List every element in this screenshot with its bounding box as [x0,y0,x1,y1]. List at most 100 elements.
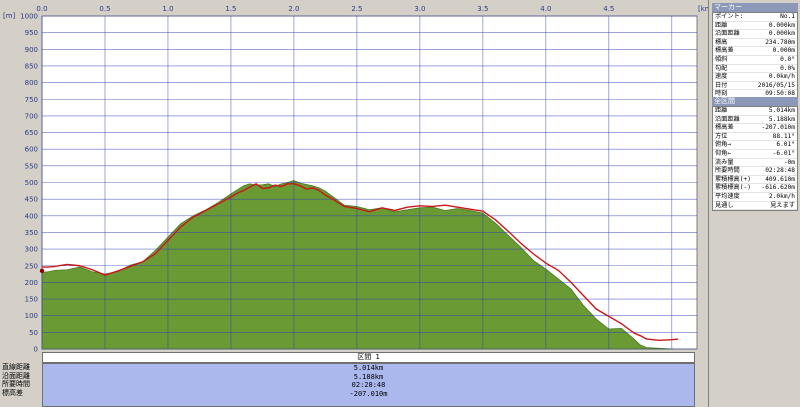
info-row-value: 2.0km/h [768,192,795,200]
x-tick-label: 3.5 [477,5,488,13]
info-row-value: 5.014km [768,107,795,114]
marker-panel-header: マーカー [712,3,798,12]
info-row-value: 409.610m [765,175,795,183]
summary-label: 所要時間 [2,380,30,388]
info-row: 累積標高(-) -616.620m [713,184,797,193]
info-row-label: 標高差 [715,124,734,132]
info-row: 傾斜 0.0° [713,56,797,65]
summary-value: 02:28:48 [351,381,386,389]
y-tick-label: 200 [25,279,38,287]
info-row-value: 5.188km [768,115,795,123]
info-row: 標高差 -207.010m [713,124,797,133]
info-row-value: 88.11° [772,132,795,140]
y-tick-label: 350 [25,229,38,237]
summary-labels: 直線距離 沿面距離 所要時間 標高差 [0,363,42,407]
info-row-label: 標高差 [715,47,734,55]
info-row-value: 0.000km [768,21,795,29]
x-tick-label: 1.0 [162,5,173,13]
y-tick-label: 400 [25,212,38,220]
info-row: 見通し 見えます [713,202,797,211]
info-row-value: -616.620m [761,184,795,192]
section-title-bar[interactable]: 区間 1 [42,352,695,363]
x-tick-label: 4.0 [540,5,551,13]
info-row-value: 0.000km [768,30,795,38]
elevation-profile-svg[interactable]: 1000950900850800750700650600550500450400… [0,0,708,352]
info-row-label: 傾斜 [715,55,728,63]
section-title: 区間 1 [357,353,380,361]
summary-value: -207.010m [349,389,388,398]
y-tick-label: 500 [25,179,38,187]
info-row: ポイント: No.1 [713,13,797,22]
summary-label: 沿面距離 [2,371,30,380]
y-tick-label: 1000 [20,13,38,21]
section-info-table: 距離 5.014km 沿面距離 5.188km 標高差 -207.010m 方位 88.11°… [712,106,798,212]
info-row-label: 流み量 [715,158,734,166]
info-row-value: 234.780m [765,38,795,46]
summary-label: 直線距離 [2,363,30,371]
info-row-label: 距離 [715,21,728,29]
y-tick-label: 600 [25,146,38,154]
y-axis-unit: [m] [3,12,16,20]
x-tick-label: 2.5 [351,5,362,13]
info-row: 沿面距離 5.188km [713,116,797,125]
x-tick-label: 1.5 [225,5,236,13]
x-axis-unit: [km] [698,5,708,13]
info-row-value: -207.010m [761,124,795,132]
summary-value: 5.188km [353,372,384,381]
elevation-chart[interactable]: 1000 950 900 850 800 750 700 650 600 550 500 450 400… [0,0,708,352]
info-row-value: 0.0% [780,64,795,72]
info-row-label: 勾配 [715,64,728,72]
section-summary: 直線距離 沿面距離 所要時間 標高差 5.014km 5.188km 02:28… [0,363,708,407]
info-row-label: 距離 [715,107,728,114]
info-row: 標高差 0.000m [713,47,797,56]
info-row: 距離 0.000km [713,22,797,31]
info-row-label: 所要時間 [715,167,740,175]
y-tick-label: 900 [25,46,38,54]
y-tick-label: 550 [25,162,38,170]
y-tick-label: 50 [29,329,38,337]
y-tick-label: 150 [25,296,38,304]
info-row-label: 累積標高(-) [715,184,751,192]
info-row: 距離 5.014km [713,107,797,116]
summary-label: 標高差 [2,388,23,397]
info-row-label: 沿面距離 [715,30,740,38]
x-tick-label: 0.0 [36,5,47,13]
info-row-label: 累積標高(+) [715,175,751,183]
x-tick-label: 0.5 [99,5,110,13]
summary-value: 5.014km [353,364,384,372]
info-row-value: 2016/05/15 [757,81,795,89]
summary-values: 5.014km 5.188km 02:28:48 -207.010m [42,363,695,407]
y-tick-label: 250 [25,262,38,270]
info-row-value: 0.0° [780,55,795,63]
info-row-label: 沿面距離 [715,115,740,123]
y-tick-label: 650 [25,129,38,137]
info-row-value: -0m [783,158,795,166]
y-tick-label: 450 [25,196,38,204]
info-row-label: 速度 [715,73,728,81]
info-panel: マーカー ポイント: No.1 距離 0.000km 沿面距離 0.000km 標高 234.… [708,0,800,407]
info-row: 速度 0.0km/h [713,73,797,82]
info-row-value: 見えます [770,201,795,209]
y-tick-label: 950 [25,29,38,37]
info-row: 平均速度 2.0km/h [713,193,797,202]
x-tick-label: 2.0 [288,5,299,13]
info-row-label: 仰角← [715,149,732,157]
info-row-label: 方位 [715,132,728,140]
y-tick-label: 100 [25,312,38,320]
info-row-label: 平均速度 [715,192,740,200]
y-tick-label: 700 [25,112,38,120]
info-row-value: 0.000m [772,47,795,55]
section-panel-header: 全区間 [712,97,798,106]
info-row-label: 標高 [715,38,728,46]
info-row-value: No.1 [780,13,795,20]
y-tick-label: 850 [25,62,38,70]
info-row-label: 俯角→ [715,141,732,149]
info-row-value: 0.0km/h [768,73,795,81]
info-row-label: 日付 [715,81,728,89]
info-row-value: 02:28:48 [765,167,795,175]
x-tick-label: 4.5 [603,5,614,13]
info-row-label: ポイント: [715,13,744,20]
point-marker [39,268,45,274]
x-tick-label: 3.0 [414,5,425,13]
info-row: 仰角← -6.01° [713,150,797,159]
